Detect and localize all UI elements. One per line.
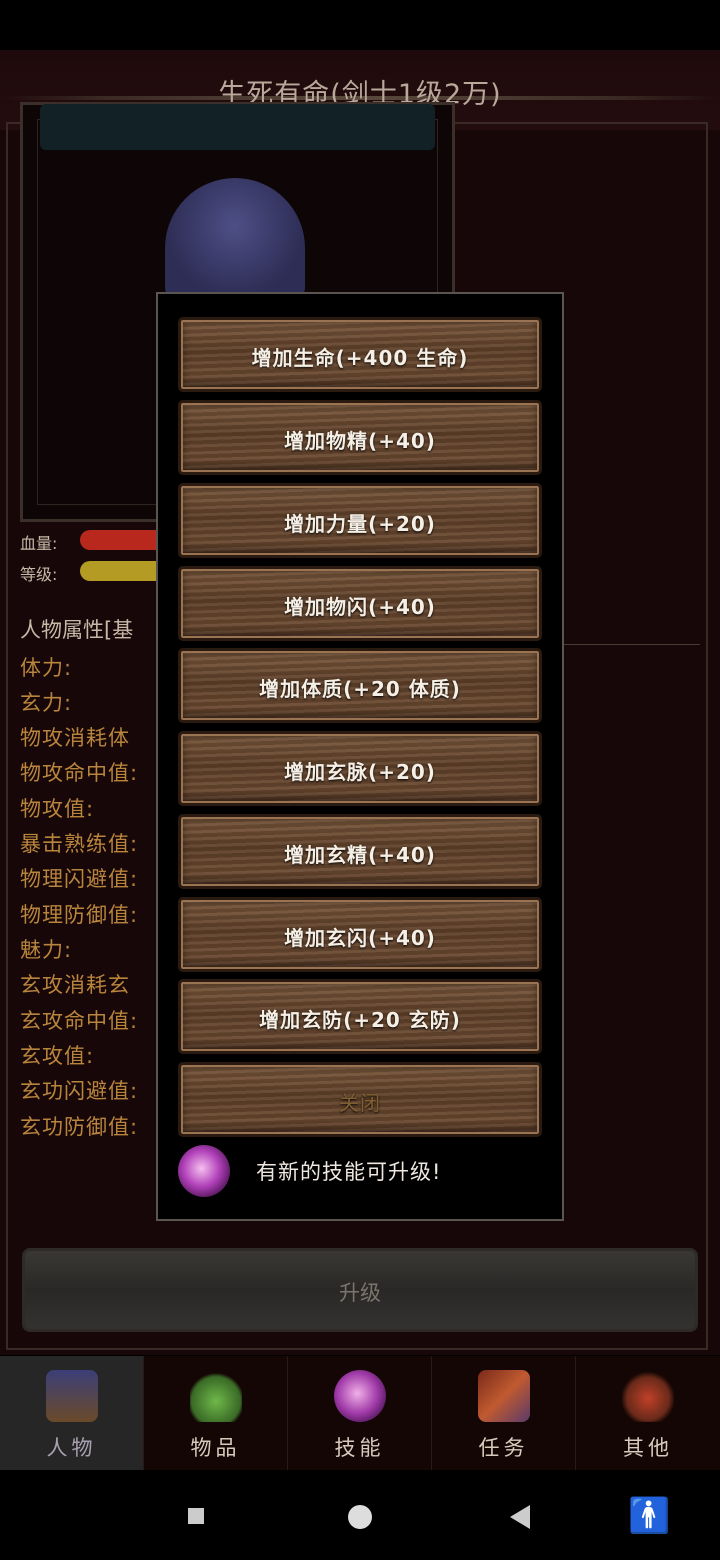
attribute-row: 物理闪避值: xyxy=(20,867,139,891)
bottom-tab-bar: 人物 物品 技能 任务 其他 xyxy=(0,1356,720,1470)
attribute-row: 物攻消耗体 xyxy=(20,726,130,750)
accessibility-icon[interactable]: 🚹 xyxy=(628,1496,670,1536)
attribute-row: 体力: xyxy=(20,656,73,680)
potion-icon xyxy=(190,1370,242,1422)
add-phys-essence-button[interactable]: 增加物精(+40) xyxy=(178,400,542,475)
attribute-row: 暴击熟练值: xyxy=(20,832,139,856)
add-mystic-dodge-button[interactable]: 增加玄闪(+40) xyxy=(178,897,542,972)
add-mystic-defense-button[interactable]: 增加玄防(+20 玄防) xyxy=(178,979,542,1054)
attribute-row: 玄功防御值: xyxy=(20,1115,139,1139)
attribute-row: 魅力: xyxy=(20,938,73,962)
attribute-row: 物理防御值: xyxy=(20,903,139,927)
attribute-row: 玄攻消耗玄 xyxy=(20,973,130,997)
other-icon xyxy=(622,1370,674,1422)
skill-upgrade-notice: 有新的技能可升级! xyxy=(256,1160,442,1184)
home-icon[interactable] xyxy=(348,1505,372,1529)
character-icon xyxy=(46,1370,98,1422)
tab-items[interactable]: 物品 xyxy=(144,1356,288,1470)
add-strength-button[interactable]: 增加力量(+20) xyxy=(178,483,542,558)
level-label: 等级: xyxy=(20,565,58,584)
attributes-header: 人物属性[基 xyxy=(20,618,134,642)
add-hp-button[interactable]: 增加生命(+400 生命) xyxy=(178,317,542,392)
quest-icon xyxy=(478,1370,530,1422)
skill-orb-icon xyxy=(334,1370,386,1422)
tab-skills[interactable]: 技能 xyxy=(288,1356,432,1470)
tab-other[interactable]: 其他 xyxy=(576,1356,720,1470)
name-plate xyxy=(40,104,435,150)
attribute-row: 物攻命中值: xyxy=(20,761,139,785)
close-button[interactable]: 关闭 xyxy=(178,1062,542,1137)
recents-icon[interactable] xyxy=(188,1508,204,1524)
attribute-row: 玄攻值: xyxy=(20,1044,95,1068)
attribute-row: 玄力: xyxy=(20,691,73,715)
add-mystic-essence-button[interactable]: 增加玄精(+40) xyxy=(178,814,542,889)
attribute-row: 玄攻命中值: xyxy=(20,1009,139,1033)
add-phys-dodge-button[interactable]: 增加物闪(+40) xyxy=(178,566,542,641)
upgrade-button[interactable]: 升级 xyxy=(22,1248,698,1332)
tab-character[interactable]: 人物 xyxy=(0,1356,144,1470)
add-constitution-button[interactable]: 增加体质(+20 体质) xyxy=(178,648,542,723)
hp-label: 血量: xyxy=(20,534,58,553)
attribute-row: 物攻值: xyxy=(20,797,95,821)
upgrade-button-label: 升级 xyxy=(339,1281,381,1305)
skill-orb-icon xyxy=(178,1145,230,1197)
status-bar xyxy=(0,0,720,50)
add-meridian-button[interactable]: 增加玄脉(+20) xyxy=(178,731,542,806)
back-icon[interactable] xyxy=(510,1505,530,1529)
attribute-row: 玄功闪避值: xyxy=(20,1079,139,1103)
tab-quests[interactable]: 任务 xyxy=(432,1356,576,1470)
